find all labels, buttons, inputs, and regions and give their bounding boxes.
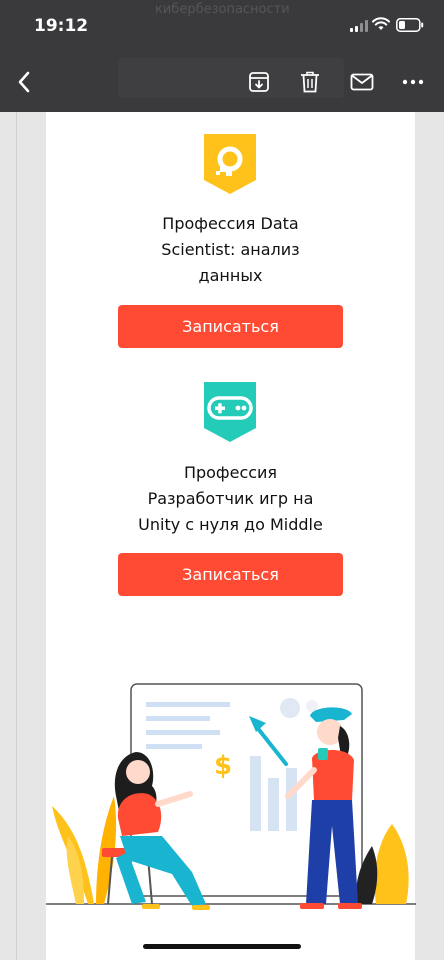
mail-icon — [350, 73, 374, 91]
archive-icon — [249, 72, 269, 92]
archive-button[interactable] — [241, 64, 277, 100]
top-bar: кибербезопасности 19:12 — [0, 0, 444, 112]
trash-icon — [301, 71, 319, 93]
back-icon — [18, 71, 30, 93]
more-button[interactable] — [395, 64, 431, 100]
home-indicator[interactable] — [143, 944, 301, 949]
data-science-badge-icon — [204, 134, 256, 194]
mail-button[interactable] — [344, 64, 380, 100]
people-illustration: $ — [46, 683, 416, 910]
signal-icon — [350, 20, 368, 32]
status-bar: кибербезопасности 19:12 — [0, 0, 444, 52]
dollar-sign: $ — [214, 751, 232, 781]
email-toolbar — [0, 58, 444, 108]
gamepad-badge-icon — [204, 382, 256, 442]
battery-icon — [396, 18, 424, 32]
enroll-button-data-science[interactable]: Записаться — [118, 305, 343, 348]
more-icon — [402, 79, 424, 85]
back-button[interactable] — [6, 64, 42, 100]
status-time: 19:12 — [34, 16, 89, 36]
delete-button[interactable] — [292, 64, 328, 100]
course-title-data-science: Профессия Data Scientist: анализ данных — [161, 214, 300, 285]
scrolled-text-behind-bar: кибербезопасности — [155, 2, 290, 17]
enroll-button-unity[interactable]: Записаться — [118, 553, 343, 596]
wifi-icon — [372, 17, 390, 30]
course-title-unity: Профессия Разработчик игр на Unity с нул… — [138, 463, 323, 534]
